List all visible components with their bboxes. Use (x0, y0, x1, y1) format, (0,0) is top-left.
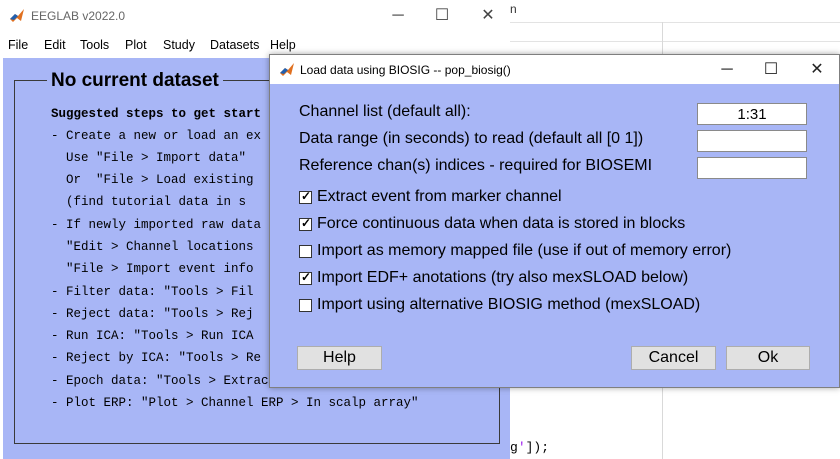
menu-file[interactable]: File (8, 38, 28, 52)
editor-divider (510, 41, 840, 42)
checkbox-label: Import as memory mapped file (use if out… (317, 242, 732, 259)
editor-divider (510, 22, 840, 23)
checkbox-box[interactable]: ✓ (299, 189, 312, 204)
close-icon[interactable]: ✕ (804, 57, 830, 83)
step-line: - Filter data: "Tools > Fil (51, 285, 254, 299)
editor-code-fragment: g']); (510, 440, 549, 455)
checkbox-box[interactable] (299, 245, 312, 258)
step-line: - Reject data: "Tools > Rej (51, 307, 254, 321)
editor-tab-fragment: n (510, 2, 517, 16)
maximize-icon[interactable]: ☐ (430, 4, 454, 28)
code-string: ' (517, 440, 526, 455)
reference-chan-input[interactable] (697, 157, 807, 179)
checkbox-box[interactable] (299, 299, 312, 312)
checkbox-box[interactable]: ✓ (299, 216, 312, 231)
minimize-icon[interactable]: ─ (714, 57, 740, 83)
step-line: - Plot ERP: "Plot > Channel ERP > In sca… (51, 396, 419, 410)
step-line: "File > Import event info (51, 262, 254, 276)
checkbox-box[interactable]: ✓ (299, 270, 312, 285)
frame-title: No current dataset (47, 70, 223, 92)
reference-chan-label: Reference chan(s) indices - required for… (299, 157, 653, 174)
menu-plot[interactable]: Plot (125, 38, 147, 52)
step-line: - If newly imported raw data (51, 218, 262, 232)
channel-list-input[interactable] (697, 103, 807, 125)
channel-list-label: Channel list (default all): (299, 103, 471, 120)
checkbox-label: Import using alternative BIOSIG method (… (317, 296, 701, 313)
window-title: EEGLAB v2022.0 (31, 9, 126, 23)
checkbox-label: Force continuous data when data is store… (317, 215, 686, 232)
step-line: (find tutorial data in s (51, 195, 247, 209)
menu-study[interactable]: Study (163, 38, 195, 52)
help-button[interactable]: Help (297, 346, 382, 370)
minimize-icon[interactable]: ─ (386, 4, 410, 28)
step-line: - Run ICA: "Tools > Run ICA (51, 329, 254, 343)
menu-tools[interactable]: Tools (80, 38, 109, 52)
menu-datasets[interactable]: Datasets (210, 38, 259, 52)
steps-heading: Suggested steps to get start (51, 107, 262, 121)
biosig-dialog: Load data using BIOSIG -- pop_biosig() ─… (269, 54, 840, 388)
code-prefix: g (510, 440, 518, 455)
step-line: Or "File > Load existing (51, 173, 254, 187)
matlab-icon (9, 8, 25, 24)
check-icon: ✓ (301, 216, 312, 230)
checkbox-label: Import EDF+ anotations (try also mexSLOA… (317, 269, 689, 286)
ok-button[interactable]: Ok (726, 346, 810, 370)
menu-edit[interactable]: Edit (44, 38, 66, 52)
checkbox-label: Extract event from marker channel (317, 188, 562, 205)
code-suffix: ]); (525, 440, 550, 455)
matlab-icon (279, 62, 295, 78)
data-range-input[interactable] (697, 130, 807, 152)
cancel-button[interactable]: Cancel (631, 346, 716, 370)
dialog-titlebar: Load data using BIOSIG -- pop_biosig() ─… (270, 55, 839, 84)
dialog-title: Load data using BIOSIG -- pop_biosig() (300, 63, 511, 77)
eeglab-titlebar: EEGLAB v2022.0 ─ ☐ ✕ (0, 0, 510, 32)
step-line: "Edit > Channel locations (51, 240, 254, 254)
step-line: Use "File > Import data" (51, 151, 247, 165)
close-icon[interactable]: ✕ (476, 4, 500, 28)
maximize-icon[interactable]: ☐ (758, 57, 784, 83)
check-icon: ✓ (301, 270, 312, 284)
step-line: - Create a new or load an ex (51, 129, 262, 143)
check-icon: ✓ (301, 189, 312, 203)
step-line: - Reject by ICA: "Tools > Re (51, 351, 262, 365)
data-range-label: Data range (in seconds) to read (default… (299, 130, 644, 147)
menu-help[interactable]: Help (270, 38, 296, 52)
